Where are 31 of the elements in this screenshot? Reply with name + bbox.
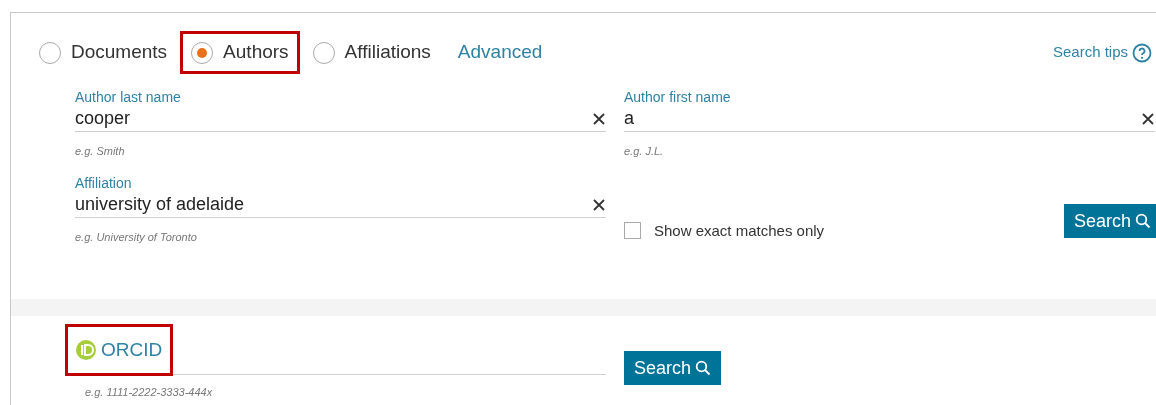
- orcid-field[interactable]: ORCID: [65, 325, 606, 375]
- checkbox-option[interactable]: Show exact matches only: [624, 219, 825, 242]
- clear-icon[interactable]: [1141, 111, 1155, 126]
- clear-icon[interactable]: [592, 197, 606, 212]
- id-badge-icon: [75, 339, 97, 361]
- field-hint: e.g. J.L.: [624, 144, 665, 158]
- field-value: university of adelaide: [75, 193, 246, 216]
- text-field[interactable]: a: [624, 106, 1155, 132]
- search-tips-link[interactable]: Search tips: [1052, 41, 1152, 64]
- radio-option[interactable]: Authors: [191, 38, 289, 67]
- field-hint: e.g. Smith: [75, 144, 126, 158]
- search-button[interactable]: Search: [1063, 204, 1156, 238]
- field-value: a: [624, 107, 635, 130]
- field-label: Author last name: [75, 88, 182, 106]
- text-field[interactable]: university of adelaide: [75, 192, 606, 218]
- search-button[interactable]: Search: [624, 351, 722, 385]
- field-value: cooper: [75, 107, 132, 130]
- search-icon: [1135, 213, 1151, 229]
- radio-option[interactable]: Documents: [39, 38, 168, 67]
- text-field[interactable]: cooper: [75, 106, 606, 132]
- clear-icon[interactable]: [592, 111, 606, 126]
- checkbox[interactable]: [624, 222, 641, 240]
- help-icon: [1132, 42, 1152, 63]
- field-placeholder: ORCID: [101, 337, 163, 362]
- field-label: Author first name: [624, 88, 732, 106]
- advanced-link[interactable]: Advanced: [457, 38, 543, 67]
- field-label: Affiliation: [75, 174, 133, 192]
- field-hint: e.g. 1111-2222-3333-444x: [85, 385, 214, 399]
- radio-option[interactable]: Affiliations: [312, 38, 431, 67]
- field-hint: e.g. University of Toronto: [75, 230, 198, 244]
- search-icon: [695, 360, 712, 376]
